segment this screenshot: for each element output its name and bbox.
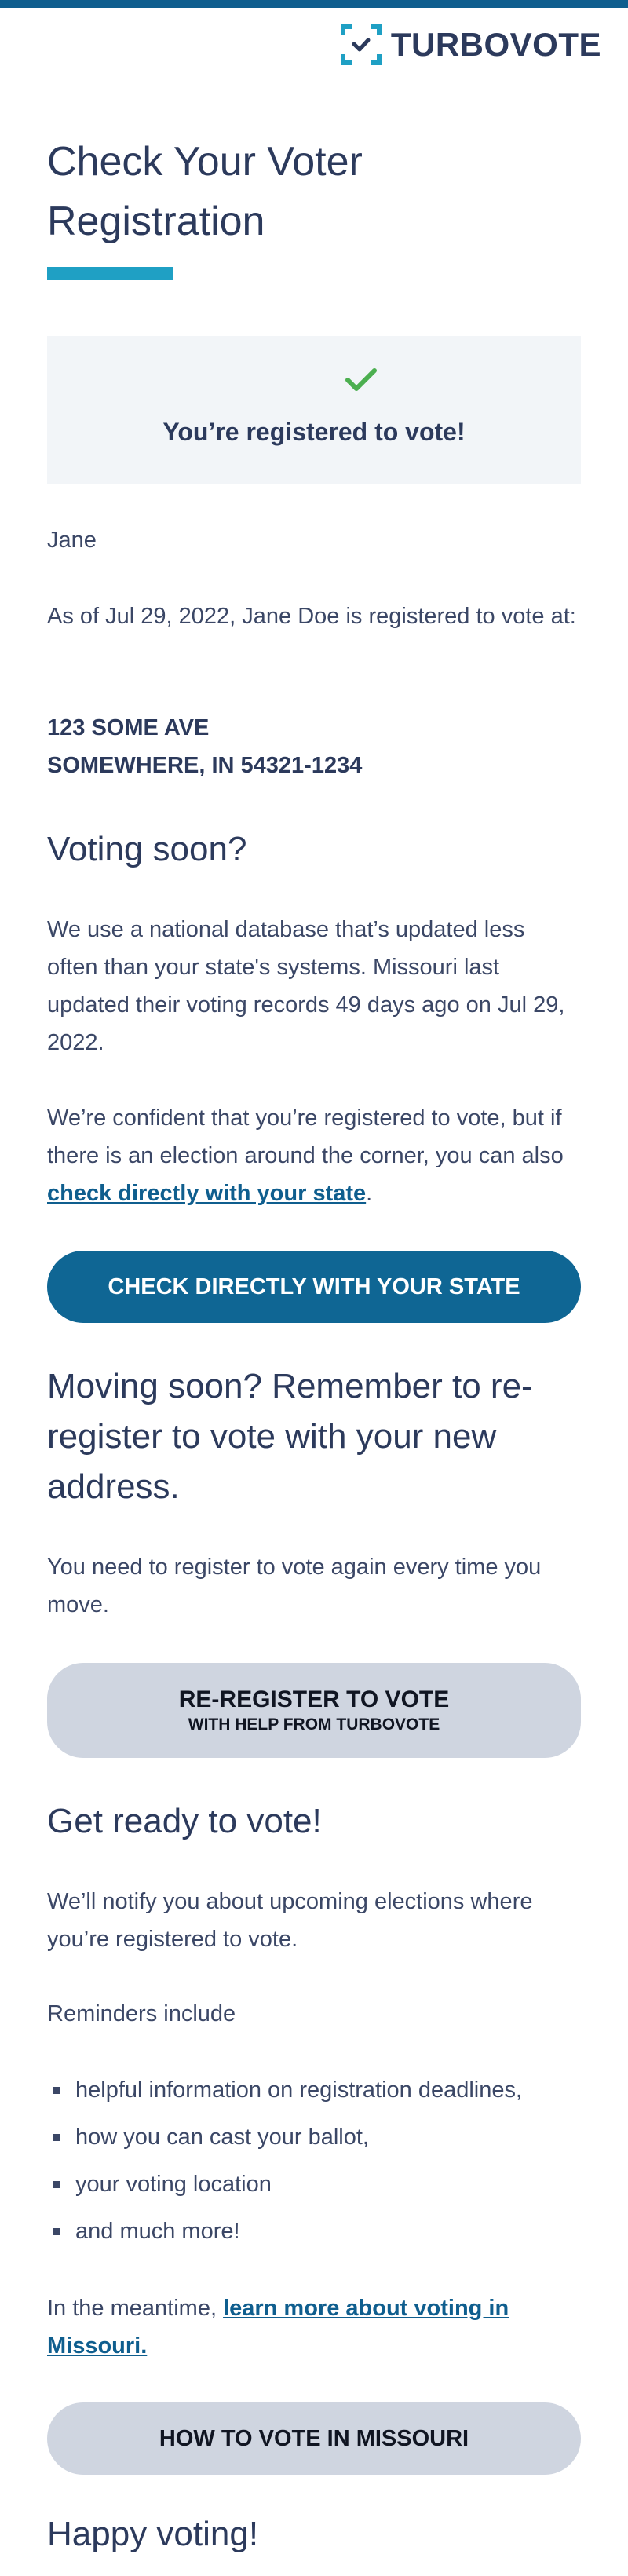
status-message: You’re registered to vote! (162, 418, 466, 446)
turbovote-logo[interactable]: TURBOVOTE (340, 23, 601, 67)
voting-soon-heading: Voting soon? (47, 830, 247, 868)
list-item: your voting location (47, 2161, 581, 2208)
reminders-list: helpful information on registration dead… (47, 2066, 581, 2255)
moving-paragraph: You need to register to vote again every… (47, 1555, 542, 1617)
how-to-vote-in-missouri-button[interactable]: HOW TO VOTE IN MISSOURI (47, 2402, 581, 2475)
moving-soon-heading: Moving soon? Remember to re-register to … (47, 1367, 533, 1506)
reminders-label: Reminders include (47, 2001, 236, 2026)
check-directly-with-state-button[interactable]: CHECK DIRECTLY WITH YOUR STATE (47, 1251, 581, 1323)
get-ready-heading: Get ready to vote! (47, 1802, 322, 1840)
voting-soon-paragraph: We use a national database that’s update… (47, 917, 565, 1055)
list-item: and much more! (47, 2208, 581, 2255)
meantime-paragraph: In the meantime, learn more about voting… (47, 2296, 509, 2359)
list-item: how you can cast your ballot, (47, 2114, 581, 2161)
title-underline (47, 267, 173, 280)
re-register-button-sublabel: WITH HELP FROM TURBOVOTE (188, 1715, 440, 1734)
list-item: helpful information on registration dead… (47, 2066, 581, 2114)
brand-name: TURBOVOTE (390, 26, 601, 63)
closing-heading: Happy voting! (47, 2515, 259, 2553)
re-register-button-label: RE-REGISTER TO VOTE (178, 1686, 450, 1712)
registration-text: As of Jul 29, 2022, Jane Doe is register… (47, 604, 576, 629)
address-line-2: SOMEWHERE, IN 54321-1234 (47, 753, 363, 778)
greeting: Jane (47, 528, 97, 553)
page-title: Check Your Voter Registration (47, 139, 363, 244)
check-state-link[interactable]: check directly with your state (47, 1181, 366, 1206)
re-register-button[interactable]: RE-REGISTER TO VOTE WITH HELP FROM TURBO… (47, 1663, 581, 1758)
confidence-paragraph: We’re confident that you’re registered t… (47, 1105, 564, 1206)
address-line-1: 123 SOME AVE (47, 715, 210, 740)
top-accent-bar (0, 0, 628, 8)
checkmark-icon (345, 368, 377, 391)
registration-status-box: You’re registered to vote! (47, 336, 581, 484)
notify-paragraph: We’ll notify you about upcoming election… (47, 1889, 533, 1952)
turbovote-logo-icon (340, 24, 382, 65)
